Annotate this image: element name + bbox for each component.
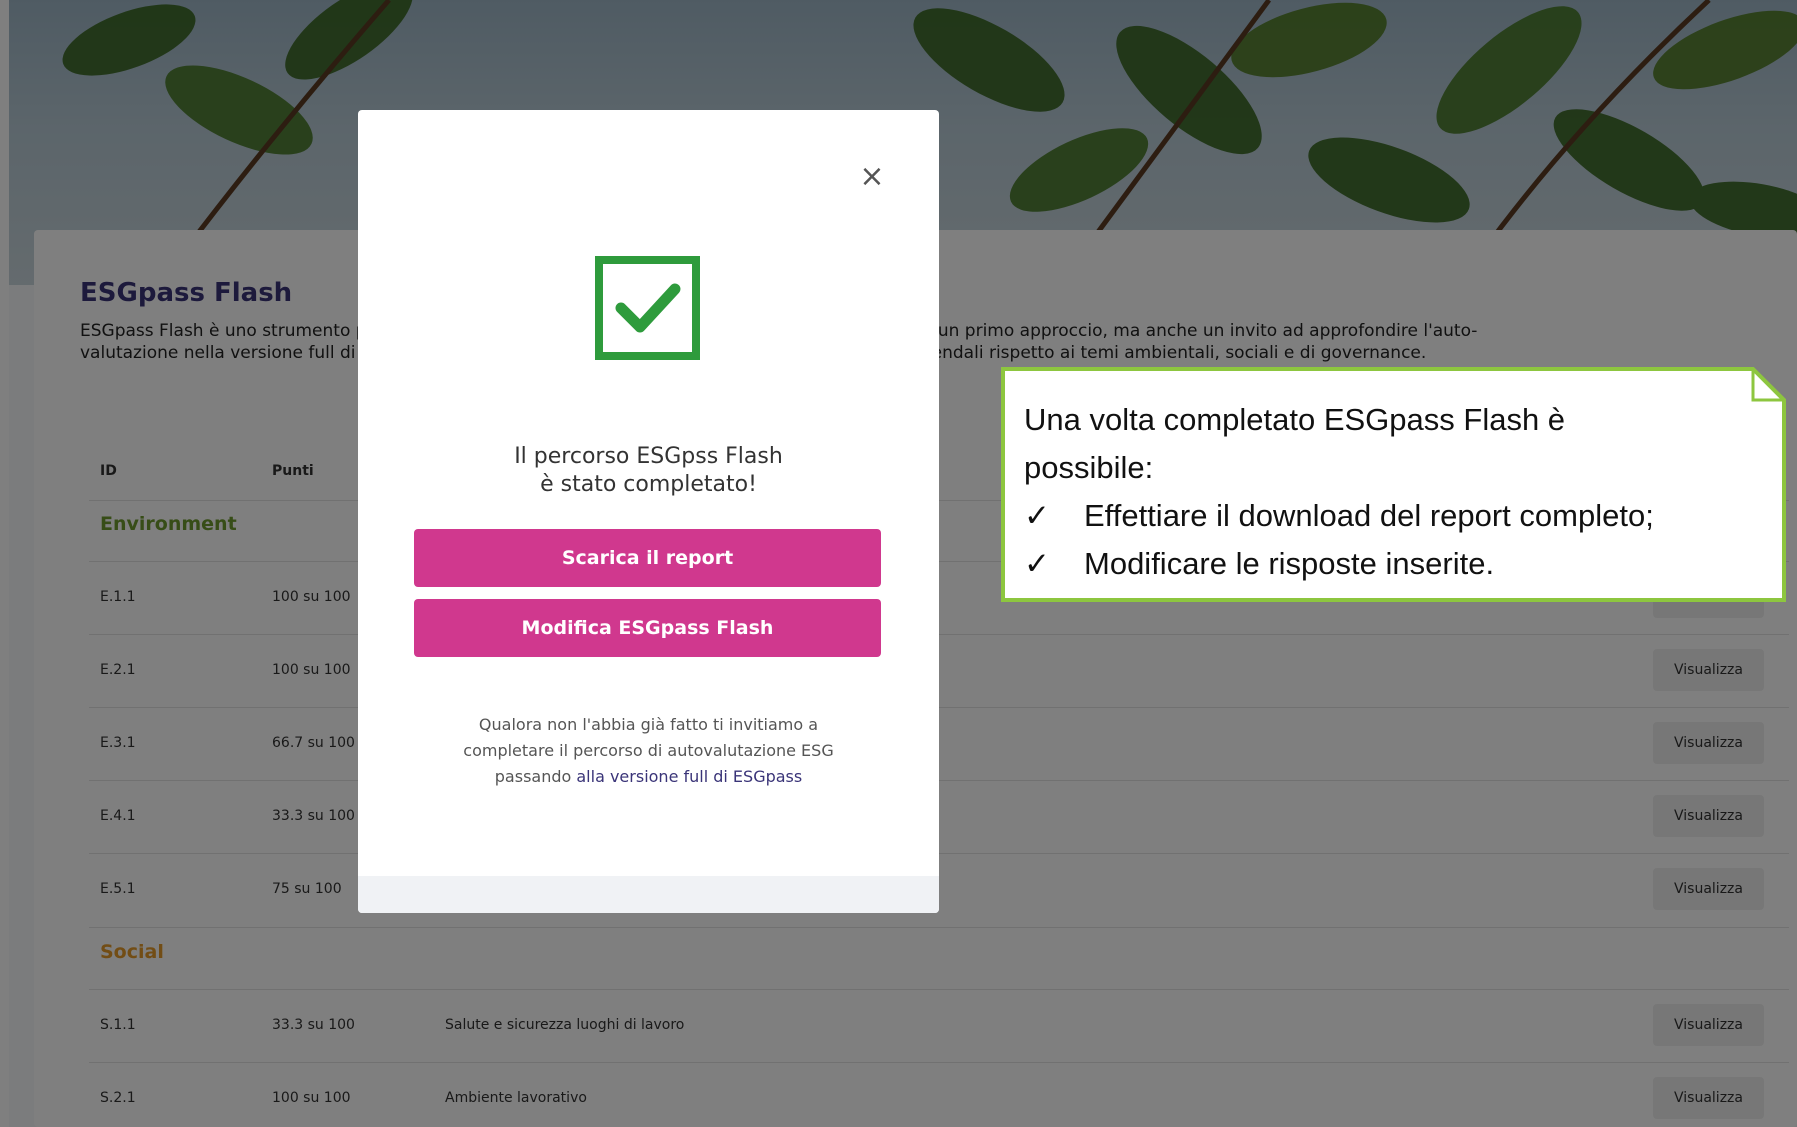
callout-bullet-2: ✓ Modificare le risposte inserite. [1024,540,1654,588]
modal-heading: Il percorso ESGpss Flash è stato complet… [358,443,939,499]
edit-esgpass-flash-button[interactable]: Modifica ESGpass Flash [414,599,881,657]
callout-line-2: possibile: [1024,450,1154,485]
close-icon[interactable]: × [857,162,887,192]
callout-bullet-1-text: Effettiare il download del report comple… [1084,498,1654,533]
screenshot-stage: ESGpass Flash ESGpass Flash è uno strume… [0,0,1797,1127]
annotation-callout: Una volta completato ESGpass Flash è pos… [1000,366,1787,603]
callout-bullet-2-text: Modificare le risposte inserite. [1084,546,1495,581]
download-report-button[interactable]: Scarica il report [414,529,881,587]
callout-line-1: Una volta completato ESGpass Flash è [1024,402,1566,437]
callout-bullet-1: ✓ Effettiare il download del report compl… [1024,492,1654,540]
modal-heading-line-1: Il percorso ESGpss Flash [514,444,783,469]
completion-modal: × Il percorso ESGpss Flash è stato compl… [358,110,939,913]
modal-note-prefix: passando [494,767,577,786]
callout-text: Una volta completato ESGpass Flash è pos… [1024,396,1654,588]
check-mark-icon: ✓ [1024,498,1050,533]
modal-heading-line-2: è stato completato! [540,472,757,497]
success-check-icon [595,256,700,360]
modal-note-line-2: completare il percorso di autovalutazion… [463,741,834,760]
modal-note-line-3: passando alla versione full di ESGpass [398,764,899,790]
check-mark-icon: ✓ [1024,546,1050,581]
modal-note: Qualora non l'abbia già fatto ti invitia… [398,712,899,790]
modal-footer [358,876,939,913]
full-version-link[interactable]: alla versione full di ESGpass [576,767,802,786]
modal-note-line-1: Qualora non l'abbia già fatto ti invitia… [478,715,819,734]
